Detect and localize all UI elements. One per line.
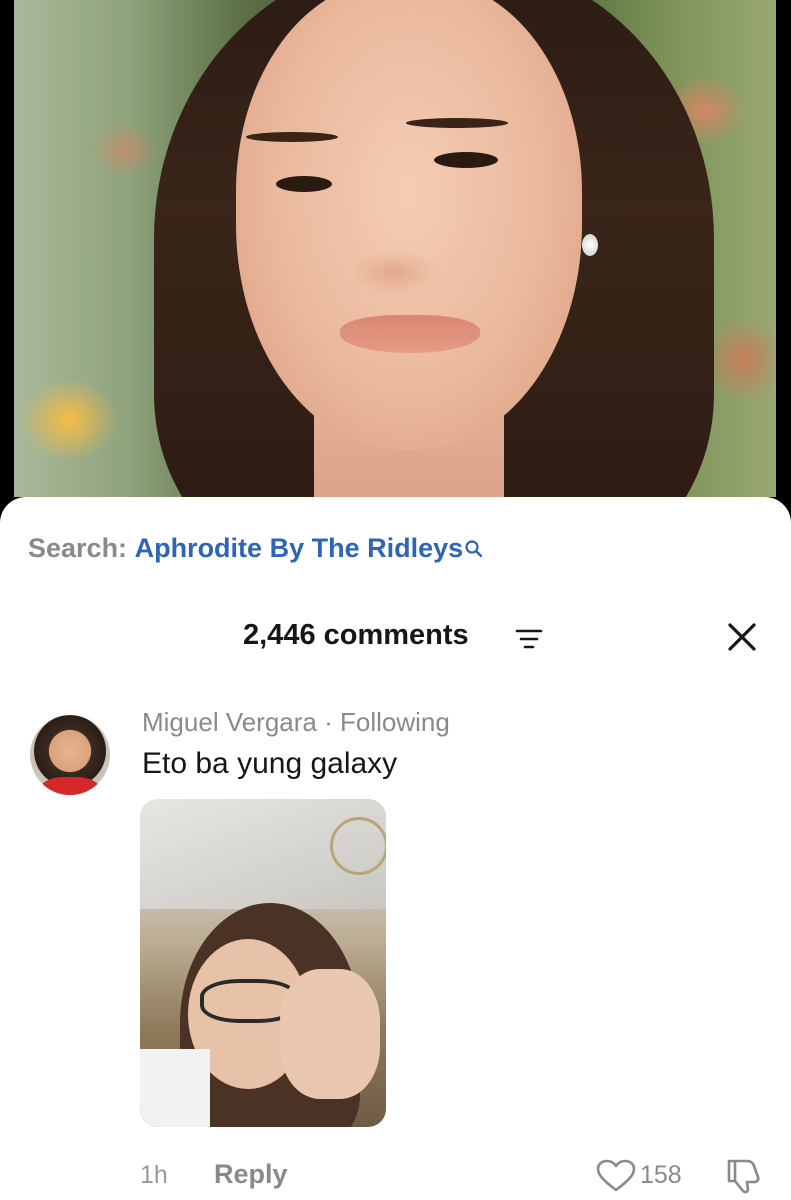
following-label: Following bbox=[340, 707, 450, 737]
heart-icon[interactable] bbox=[596, 1159, 636, 1198]
video-lips-shape bbox=[340, 315, 480, 353]
avatar-shirt-shape bbox=[40, 777, 100, 795]
comment-meta: Miguel Vergara · Following bbox=[142, 707, 450, 738]
video-face-shape bbox=[236, 0, 582, 450]
comment-text: Eto ba yung galaxy bbox=[142, 747, 398, 780]
video-brow-left bbox=[246, 132, 338, 142]
photo-hand-shape bbox=[280, 969, 380, 1099]
reply-button[interactable]: Reply bbox=[214, 1159, 288, 1190]
video-nose-shape bbox=[349, 250, 439, 295]
thumbs-down-icon[interactable] bbox=[723, 1157, 763, 1200]
comment-time: 1h bbox=[140, 1161, 168, 1189]
meta-separator: · bbox=[316, 707, 340, 737]
search-prefix: Search: bbox=[28, 533, 128, 563]
close-icon[interactable] bbox=[727, 622, 757, 657]
video-frame[interactable] bbox=[14, 0, 776, 497]
like-count: 158 bbox=[640, 1161, 682, 1189]
photo-shoulder-shape bbox=[140, 1049, 210, 1127]
video-eye-left bbox=[276, 176, 332, 192]
search-icon[interactable] bbox=[464, 535, 484, 566]
comment-author[interactable]: Miguel Vergara bbox=[142, 707, 317, 737]
search-suggestion[interactable]: Search: Aphrodite By The Ridleys bbox=[28, 533, 484, 566]
comment-actions: 1h Reply 158 bbox=[0, 1157, 791, 1197]
photo-chandelier-shape bbox=[330, 817, 386, 875]
video-earring bbox=[582, 234, 598, 256]
comment-photo[interactable] bbox=[140, 799, 386, 1127]
filter-icon[interactable] bbox=[515, 628, 543, 655]
video-eye-right bbox=[434, 152, 498, 168]
avatar[interactable] bbox=[30, 715, 110, 795]
comments-header: 2,446 comments bbox=[0, 617, 791, 657]
search-term-link[interactable]: Aphrodite By The Ridleys bbox=[135, 533, 464, 563]
video-brow-right bbox=[406, 118, 508, 128]
comments-sheet: Search: Aphrodite By The Ridleys 2,446 c… bbox=[0, 497, 791, 1200]
comments-count: 2,446 comments bbox=[243, 619, 469, 651]
